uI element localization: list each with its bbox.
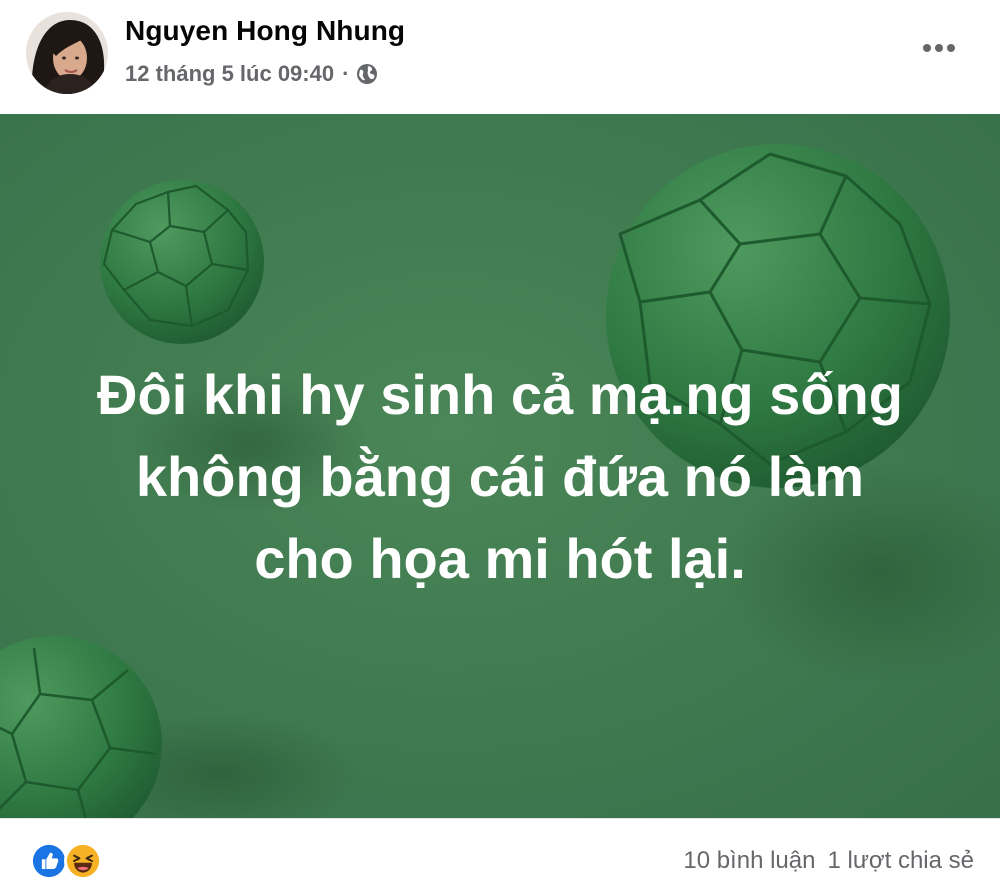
post-timestamp[interactable]: 12 tháng 5 lúc 09:40	[125, 61, 334, 87]
author-name[interactable]: Nguyen Hong Nhung	[125, 15, 405, 47]
haha-icon	[64, 842, 102, 880]
image-text-line: cho họa mi hót lại.	[254, 527, 746, 590]
more-options-button[interactable]	[914, 28, 964, 68]
post-image[interactable]: Đôi khi hy sinh cả mạ.ng sống không bằng…	[0, 114, 1000, 818]
post-meta: 12 tháng 5 lúc 09:40 ·	[125, 60, 379, 88]
meta-separator: ·	[342, 61, 350, 86]
image-caption-text: Đôi khi hy sinh cả mạ.ng sống không bằng…	[0, 354, 1000, 600]
facebook-post: Nguyen Hong Nhung 12 tháng 5 lúc 09:40 ·	[0, 0, 1000, 889]
comments-count-link[interactable]: 10 bình luận	[683, 847, 815, 875]
author-avatar[interactable]	[26, 12, 108, 94]
image-text-line: không bằng cái đứa nó làm	[135, 445, 865, 508]
reaction-summary[interactable]	[30, 841, 102, 881]
shares-count-link[interactable]: 1 lượt chia sẻ	[827, 847, 974, 875]
image-text-line: Đôi khi hy sinh cả mạ.ng sống	[97, 363, 903, 426]
more-options-icon	[923, 44, 955, 52]
post-footer: 10 bình luận 1 lượt chia sẻ	[0, 818, 1000, 889]
globe-icon[interactable]	[355, 62, 379, 86]
engagement-counts: 10 bình luận 1 lượt chia sẻ	[683, 847, 974, 875]
like-icon	[30, 842, 68, 880]
post-header: Nguyen Hong Nhung 12 tháng 5 lúc 09:40 ·	[0, 0, 1000, 114]
